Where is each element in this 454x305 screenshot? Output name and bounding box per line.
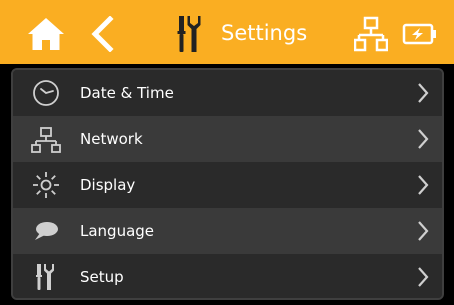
network-icon — [354, 16, 388, 52]
header-bar: Settings — [0, 0, 454, 64]
chevron-right-icon — [418, 83, 429, 103]
menu-item-setup[interactable]: Setup — [13, 254, 442, 298]
chevron-right-icon — [418, 221, 429, 241]
tools-icon — [36, 264, 54, 290]
menu-item-language[interactable]: Language — [13, 208, 442, 254]
home-icon[interactable] — [26, 16, 66, 52]
network-icon — [31, 127, 61, 153]
chevron-right-icon — [418, 129, 429, 149]
brightness-icon — [33, 172, 59, 198]
menu-item-label: Language — [80, 222, 155, 240]
chevron-right-icon — [418, 267, 429, 287]
back-arrow-icon[interactable] — [88, 16, 114, 52]
settings-menu: Date & Time Network Display Language Set… — [11, 68, 444, 300]
battery-charging-icon — [402, 23, 436, 45]
menu-item-date-time[interactable]: Date & Time — [13, 70, 442, 116]
chevron-right-icon — [418, 175, 429, 195]
menu-item-label: Setup — [80, 268, 124, 286]
menu-item-network[interactable]: Network — [13, 116, 442, 162]
menu-item-label: Network — [80, 130, 143, 148]
speech-bubble-icon — [35, 222, 58, 240]
clock-icon — [33, 80, 59, 106]
page-title: Settings — [221, 21, 308, 45]
menu-item-display[interactable]: Display — [13, 162, 442, 208]
tools-icon — [177, 16, 201, 52]
menu-item-label: Date & Time — [80, 84, 174, 102]
menu-item-label: Display — [80, 176, 136, 194]
